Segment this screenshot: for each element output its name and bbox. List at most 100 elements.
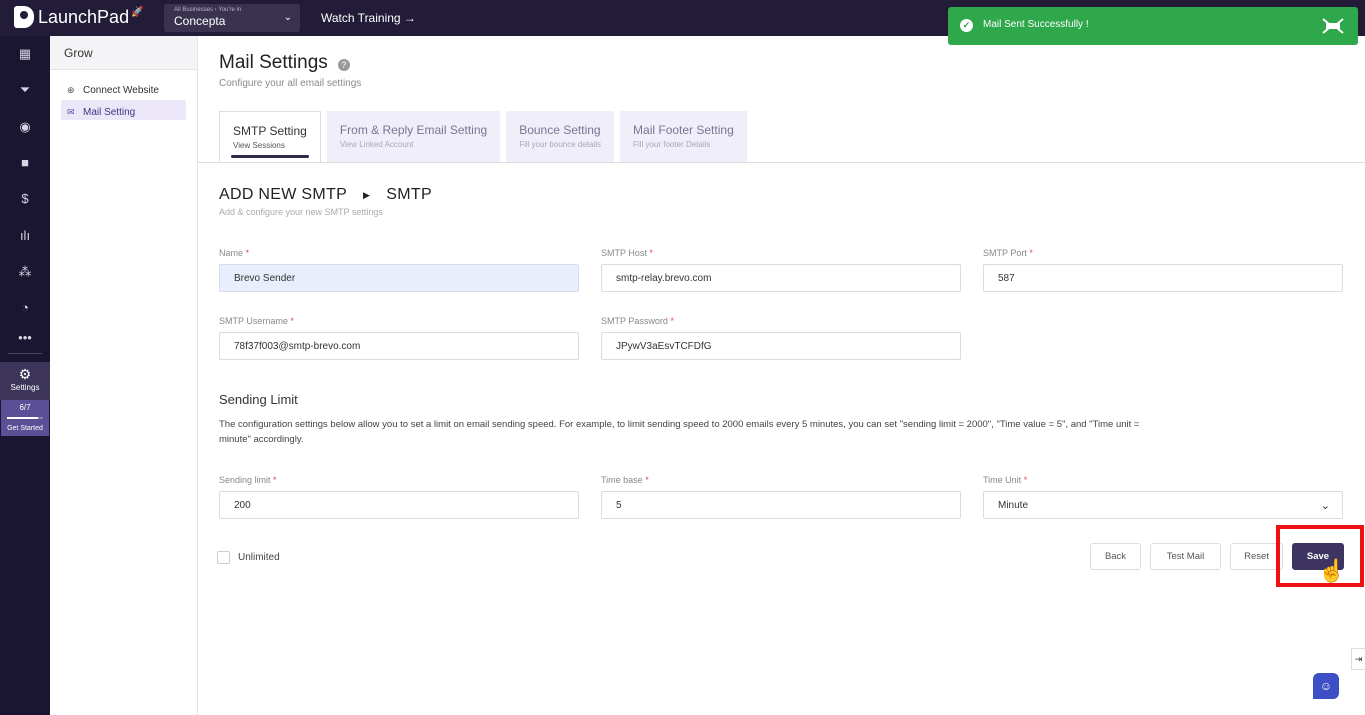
page-subtitle: Configure your all email settings [219,78,362,89]
tab-from-reply-email-setting[interactable]: From & Reply Email Setting View Linked A… [326,111,501,162]
smtp-host-label: SMTP Host [601,248,647,258]
sending-limit-title: Sending Limit [219,392,298,407]
sending-limit-description: The configuration settings below allow y… [219,419,1140,445]
time-base-field: Time base * 5 [601,475,961,519]
tab-label: Mail Footer Setting [633,123,734,137]
time-unit-label: Time Unit [983,475,1022,485]
business-selector[interactable]: All Businesses › You're in Concepta ⌄ [164,4,300,32]
smtp-username-input[interactable]: 78f37f003@smtp-brevo.com [219,332,579,360]
smtp-port-label: SMTP Port [983,248,1027,258]
logo-text: LaunchPad [38,6,130,27]
mail-icon: ✉ [67,106,75,117]
get-started-progress[interactable]: 6/7 Get Started [1,400,49,436]
sending-limit-input[interactable]: 200 [219,491,579,519]
subnav-item-connect-website[interactable]: ⊕ Connect Website [61,78,186,98]
settings-label: Settings [10,383,40,392]
business-caption: All Businesses › You're in [174,7,242,13]
chevron-down-icon: ⌄ [283,12,292,23]
section-title-b: SMTP [386,186,432,203]
close-icon[interactable] [1320,15,1346,37]
time-base-label: Time base [601,475,643,485]
chevron-down-icon: ⌄ [1320,500,1330,512]
time-unit-select[interactable]: Minute ⌄ [983,491,1343,519]
required-mark: * [649,248,653,258]
required-mark: * [1023,475,1028,485]
progress-fraction: 6/7 [19,403,31,412]
required-mark: * [290,316,294,326]
tab-smtp-setting[interactable]: SMTP Setting View Sessions [219,111,321,162]
required-mark: * [273,475,277,485]
time-unit-value: Minute [998,500,1029,511]
launchpad-logo-icon [14,6,34,28]
tab-sub: View Sessions [233,141,285,150]
collapse-icon[interactable]: ⇥ [1351,648,1365,670]
nav-divider [8,353,42,354]
settings-tabs: SMTP Setting View Sessions From & Reply … [219,111,747,162]
watch-training-link[interactable]: Watch Training → [321,11,416,25]
video-icon[interactable]: ■ [0,151,50,175]
tab-label: From & Reply Email Setting [339,123,488,137]
unlimited-option[interactable]: Unlimited [217,551,280,564]
tab-label: Bounce Setting [519,123,601,137]
tab-sub: Fill your footer Details [633,140,711,149]
smtp-host-input[interactable]: smtp-relay.brevo.com [601,264,961,292]
help-icon[interactable]: ? [337,59,350,71]
subnav-heading: Grow [50,36,197,70]
tab-label: SMTP Setting [233,124,307,138]
name-field: Name * Brevo Sender [219,248,579,292]
tab-mail-footer-setting[interactable]: Mail Footer Setting Fill your footer Det… [620,111,747,162]
chat-icon[interactable]: ☺ [1313,673,1339,699]
globe-icon: ⊕ [67,84,75,95]
sending-limit-label: Sending limit [219,475,271,485]
gear-icon: ⚙ [18,366,32,382]
gauge-icon[interactable]: ◔ [0,296,50,320]
rocket-icon: 🚀 [131,6,144,18]
tab-sub: Fill your bounce details [519,140,602,149]
subnav-item-mail-setting[interactable]: ✉ Mail Setting [61,100,186,120]
tabs-divider [198,162,1365,163]
grid-icon[interactable]: ▦ [0,42,50,66]
smtp-username-field: SMTP Username * 78f37f003@smtp-brevo.com [219,316,579,360]
name-label: Name [219,248,244,258]
smtp-password-input[interactable]: JPywV3aEsvTCFDfG [601,332,961,360]
smtp-port-input[interactable]: 587 [983,264,1343,292]
dollar-icon[interactable]: $ [0,187,50,211]
sending-limit-field: Sending limit * 200 [219,475,579,519]
smtp-host-field: SMTP Host * smtp-relay.brevo.com [601,248,961,292]
section-title-a: ADD NEW SMTP [219,186,348,203]
unlimited-checkbox[interactable] [217,551,230,564]
sub-sidebar: Grow ⊕ Connect Website ✉ Mail Setting [50,36,198,715]
progress-bar [7,417,43,419]
smtp-password-label: SMTP Password [601,316,668,326]
required-mark: * [1029,248,1033,258]
smtp-username-label: SMTP Username [219,316,288,326]
required-mark: * [245,248,250,258]
business-name: Concepta [174,14,226,28]
caret-right-icon: ▶ [363,189,371,200]
check-circle-icon: ✓ [960,19,973,32]
required-mark: * [670,316,674,326]
page-title: Mail Settings ? [219,52,350,74]
funnel-icon[interactable]: ⏷ [0,78,50,102]
get-started-label: Get Started [7,425,43,432]
time-base-input[interactable]: 5 [601,491,961,519]
globe-icon[interactable]: ◉ [0,115,50,139]
nav-settings[interactable]: ⚙ Settings [0,362,50,400]
subnav-item-label: Connect Website [83,84,159,96]
unlimited-label: Unlimited [238,552,280,563]
test-mail-button[interactable]: Test Mail [1150,543,1221,570]
users-icon[interactable]: ⁂ [0,260,50,284]
logo[interactable]: LaunchPad 🚀 [14,6,144,28]
more-icon[interactable]: ••• [0,326,50,350]
progress-fill [7,417,38,419]
hand-cursor-icon: ☝ [1318,558,1346,583]
main-content: Mail Settings ? Configure your all email… [198,36,1365,715]
section-subtitle: Add & configure your new SMTP settings [219,207,383,217]
name-input[interactable]: Brevo Sender [219,264,579,292]
required-mark: * [645,475,649,485]
chart-icon[interactable]: ılı [0,224,50,248]
tab-sub: View Linked Account [339,140,414,149]
smtp-port-field: SMTP Port * 587 [983,248,1343,292]
back-button[interactable]: Back [1090,543,1141,570]
tab-bounce-setting[interactable]: Bounce Setting Fill your bounce details [506,111,615,162]
